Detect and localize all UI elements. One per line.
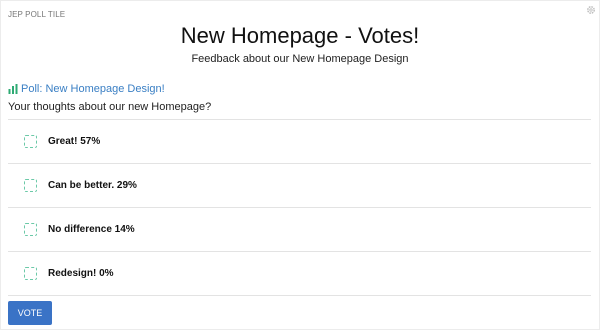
option-label: No difference 14% xyxy=(48,224,135,235)
poll-tile: JEP POLL TILE New Homepage - Votes! Feed… xyxy=(0,0,600,330)
poll-title-link[interactable]: Poll: New Homepage Design! xyxy=(21,83,165,95)
poll-question: Your thoughts about our new Homepage? xyxy=(8,101,212,113)
option-checkbox[interactable] xyxy=(24,179,37,192)
vote-button[interactable]: VOTE xyxy=(8,301,52,325)
option-checkbox[interactable] xyxy=(24,223,37,236)
page-title: New Homepage - Votes! xyxy=(180,23,420,48)
poll-option[interactable]: Great! 57% xyxy=(8,120,591,164)
gear-icon[interactable] xyxy=(586,5,596,15)
option-label: Great! 57% xyxy=(48,136,101,147)
poll-option[interactable]: Redesign! 0% xyxy=(8,252,591,296)
poll-option[interactable]: Can be better. 29% xyxy=(8,164,591,208)
bar-chart-icon xyxy=(8,84,18,94)
option-checkbox[interactable] xyxy=(24,135,37,148)
option-checkbox[interactable] xyxy=(24,267,37,280)
option-label: Can be better. 29% xyxy=(48,180,137,191)
option-label: Redesign! 0% xyxy=(48,268,114,279)
poll-option[interactable]: No difference 14% xyxy=(8,208,591,252)
tile-label: JEP POLL TILE xyxy=(8,10,66,19)
poll-title-row: Poll: New Homepage Design! xyxy=(8,83,165,95)
poll-options-list: Great! 57% Can be better. 29% No differe… xyxy=(8,119,591,296)
page-subtitle: Feedback about our New Homepage Design xyxy=(191,53,409,65)
